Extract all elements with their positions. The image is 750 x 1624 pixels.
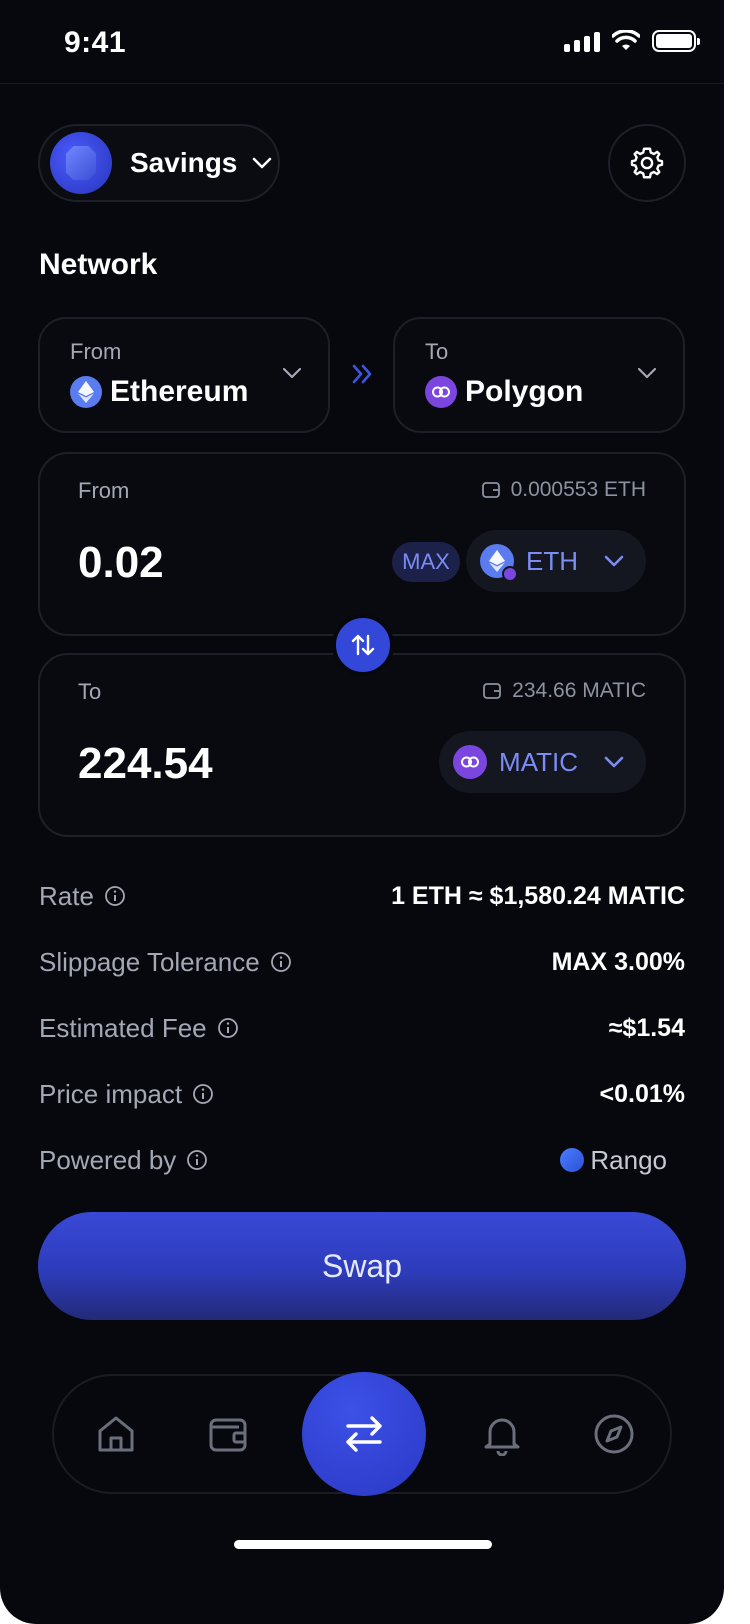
to-amount-value: 224.54: [78, 739, 213, 788]
swap-icon: [346, 1416, 382, 1452]
phone-screen: 9:41 Savings Network From Ethereum To Po…: [0, 0, 724, 1624]
price-impact-label: Price impact: [39, 1078, 183, 1109]
wallet-icon: [209, 1418, 247, 1452]
swap-button[interactable]: Swap: [38, 1212, 686, 1320]
wifi-icon: [612, 30, 640, 50]
compass-icon: [594, 1414, 634, 1454]
info-icon[interactable]: [270, 951, 292, 973]
from-balance-value: 0.000553 ETH: [510, 478, 646, 501]
to-token-name: MATIC: [499, 746, 578, 777]
slippage-value: MAX 3.00%: [551, 947, 685, 976]
wallet-icon: [481, 482, 500, 498]
wallet-icon: [483, 683, 502, 699]
status-bar: 9:41: [0, 0, 724, 84]
to-balance-value: 234.66 MATIC: [512, 679, 646, 702]
ethereum-icon: [70, 376, 102, 408]
rate-value: 1 ETH ≈ $1,580.24 MATIC: [391, 881, 685, 910]
from-amount-input[interactable]: 0.02: [78, 538, 164, 588]
status-time: 9:41: [64, 26, 127, 59]
info-icon[interactable]: [104, 885, 126, 907]
info-icon[interactable]: [192, 1083, 214, 1105]
home-icon: [98, 1416, 134, 1452]
nav-explore[interactable]: [590, 1410, 638, 1458]
swap-direction-button[interactable]: [332, 614, 394, 676]
bottom-nav: [52, 1372, 672, 1496]
nav-swap[interactable]: [302, 1372, 426, 1496]
home-indicator[interactable]: [234, 1540, 492, 1549]
max-button[interactable]: MAX: [392, 542, 460, 582]
to-network-name: Polygon: [465, 375, 584, 408]
gear-icon: [630, 147, 664, 179]
nav-notifications[interactable]: [478, 1410, 526, 1458]
chevron-down-icon: [604, 756, 624, 768]
from-network-label: From: [70, 339, 122, 364]
account-name: Savings: [130, 147, 238, 178]
to-network-selector[interactable]: To Polygon: [393, 317, 685, 433]
ethereum-token-icon: [480, 544, 518, 582]
chevron-down-icon: [604, 555, 624, 567]
fee-row: Estimated Fee ≈$1.54: [39, 1008, 685, 1048]
from-token-selector[interactable]: ETH: [466, 530, 646, 592]
chevron-down-icon: [637, 367, 657, 379]
double-chevron-right-icon: [352, 364, 372, 384]
to-amount-label: To: [78, 679, 102, 704]
to-amount-card: To 234.66 MATIC 224.54 MATIC: [38, 653, 686, 837]
powered-by-label: Powered by: [39, 1144, 177, 1175]
from-amount-label: From: [78, 478, 130, 503]
slippage-row: Slippage Tolerance MAX 3.00%: [39, 942, 685, 982]
to-network-label: To: [425, 339, 449, 364]
to-token-selector[interactable]: MATIC: [439, 731, 646, 793]
polygon-icon: [425, 376, 457, 408]
settings-button[interactable]: [608, 124, 686, 202]
battery-icon: [652, 30, 700, 52]
to-balance: 234.66 MATIC: [482, 679, 646, 703]
nav-wallet[interactable]: [204, 1410, 252, 1458]
chevron-down-icon: [253, 157, 272, 169]
rate-label: Rate: [39, 880, 94, 911]
account-avatar: [50, 132, 112, 194]
powered-by-row: Powered by Rango: [39, 1140, 685, 1180]
bell-icon: [484, 1418, 520, 1456]
fee-label: Estimated Fee: [39, 1012, 207, 1043]
from-balance: 0.000553 ETH: [481, 478, 646, 502]
chevron-down-icon: [282, 367, 302, 379]
provider-name: Rango: [590, 1144, 667, 1175]
signal-icon: [564, 30, 600, 52]
from-amount-card: From 0.000553 ETH 0.02 MAX ETH: [38, 452, 686, 636]
provider: Rango: [560, 1145, 667, 1176]
rate-row: Rate 1 ETH ≈ $1,580.24 MATIC: [39, 876, 685, 916]
info-icon[interactable]: [186, 1149, 208, 1171]
polygon-token-icon: [453, 745, 488, 779]
price-impact-value: <0.01%: [599, 1079, 686, 1108]
network-title: Network: [39, 248, 158, 281]
from-network-selector[interactable]: From Ethereum: [38, 317, 330, 433]
fee-value: ≈$1.54: [608, 1013, 685, 1042]
rango-logo-icon: [560, 1148, 585, 1172]
price-impact-row: Price impact <0.01%: [39, 1074, 685, 1114]
info-icon[interactable]: [217, 1017, 239, 1039]
from-network-name: Ethereum: [110, 375, 249, 408]
swap-vertical-icon: [351, 634, 375, 656]
nav-home[interactable]: [92, 1410, 140, 1458]
status-icons: [564, 30, 700, 52]
polygon-badge-icon: [502, 566, 518, 582]
slippage-label: Slippage Tolerance: [39, 946, 260, 977]
from-token-name: ETH: [526, 545, 578, 576]
account-selector[interactable]: Savings: [38, 124, 280, 202]
